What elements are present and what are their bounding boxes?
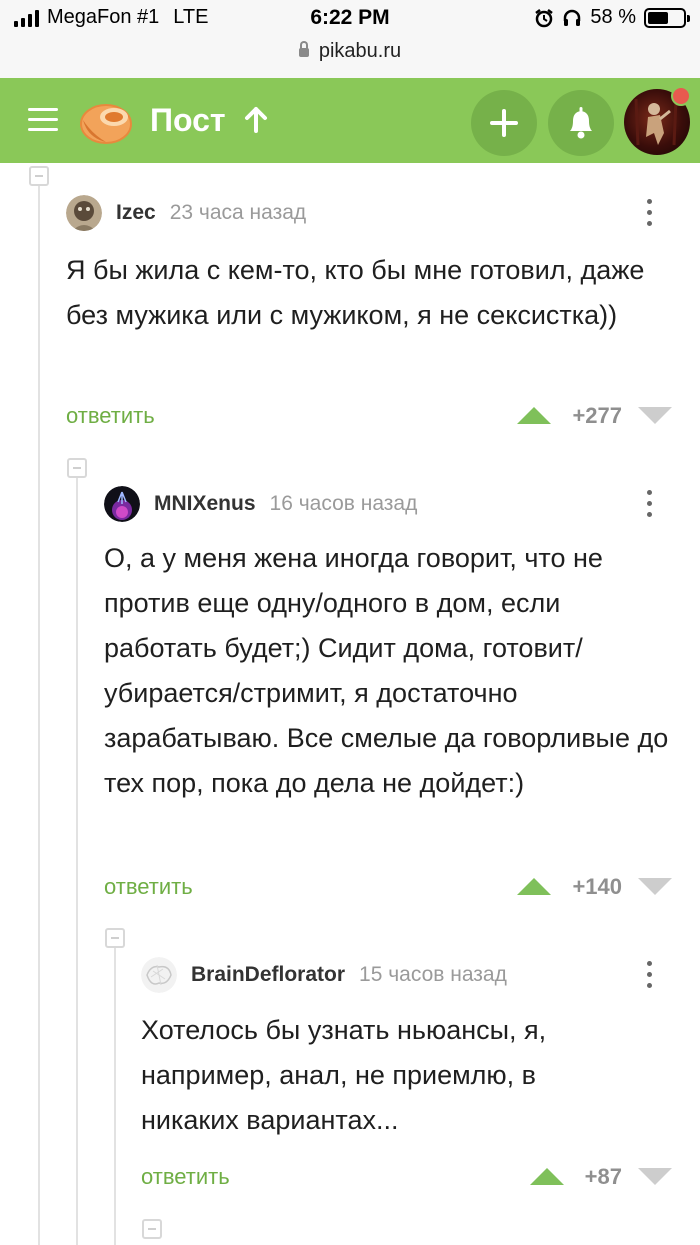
thread-line-3: [114, 940, 116, 1245]
comment-text: Я бы жила с кем-то, кто бы мне готовил, …: [66, 255, 645, 330]
comment: Izec 23 часа назад Я бы жила с кем-то, к…: [66, 193, 686, 443]
vote-down-icon[interactable]: [638, 1168, 672, 1185]
vote-up-icon[interactable]: [517, 878, 551, 895]
collapse-button[interactable]: [29, 166, 49, 186]
app-header: Пост: [0, 78, 700, 163]
thread-line-1: [38, 180, 40, 1245]
more-options-icon[interactable]: [646, 199, 652, 229]
notification-badge: [671, 86, 691, 106]
collapse-button[interactable]: [67, 458, 87, 478]
menu-icon[interactable]: [28, 108, 58, 132]
bell-icon: [570, 107, 592, 139]
more-options-icon[interactable]: [646, 961, 652, 991]
status-bar: MegaFon #1 LTE 6:22 PM 58 % pikabu.ru: [0, 0, 700, 78]
page-title: Пост: [150, 102, 226, 138]
comment-time[interactable]: 23 часа назад: [170, 201, 306, 225]
address-bar[interactable]: pikabu.ru: [0, 40, 700, 63]
headphones-icon: [564, 9, 581, 26]
comment: MNIXenus 16 часов назад О, а у меня жена…: [104, 484, 686, 914]
reply-link[interactable]: ответить: [104, 874, 193, 900]
author-name[interactable]: BrainDeflorator: [191, 963, 345, 987]
vote-up-icon[interactable]: [517, 407, 551, 424]
comment-text: О, а у меня жена иногда говорит, что не …: [104, 543, 669, 798]
rating: +140: [572, 874, 622, 899]
reply-link[interactable]: ответить: [141, 1164, 230, 1190]
comment-header: Izec 23 часа назад: [66, 193, 306, 233]
comment-time[interactable]: 15 часов назад: [359, 963, 507, 987]
reply-link[interactable]: ответить: [66, 403, 155, 429]
comment-header: BrainDeflorator 15 часов назад: [141, 955, 507, 995]
more-options-icon[interactable]: [646, 490, 652, 520]
plus-icon: [490, 109, 518, 137]
status-right: 58 %: [534, 6, 690, 29]
comment-time[interactable]: 16 часов назад: [270, 492, 418, 516]
avatar[interactable]: [141, 957, 177, 993]
avatar[interactable]: [104, 486, 140, 522]
avatar[interactable]: [66, 195, 102, 231]
notifications-button[interactable]: [548, 90, 614, 156]
alarm-icon: [535, 8, 554, 27]
pikabu-logo-icon[interactable]: [80, 98, 132, 144]
vote-down-icon[interactable]: [638, 878, 672, 895]
lock-icon: [298, 41, 309, 57]
battery-percent: 58 %: [590, 6, 636, 28]
vote-down-icon[interactable]: [638, 407, 672, 424]
rating: +87: [584, 1164, 622, 1189]
rating: +277: [572, 403, 622, 428]
url-text: pikabu.ru: [318, 40, 402, 62]
comment-text: Хотелось бы узнать ньюансы, я, например,…: [141, 1015, 547, 1135]
author-name[interactable]: MNIXenus: [154, 492, 256, 516]
thread-line-2: [76, 470, 78, 1245]
battery-icon: [644, 7, 690, 28]
battery-fill: [648, 11, 668, 24]
collapse-button[interactable]: [142, 1219, 162, 1239]
author-name[interactable]: Izec: [116, 201, 156, 225]
add-post-button[interactable]: [471, 90, 537, 156]
collapse-button[interactable]: [105, 928, 125, 948]
comment: BrainDeflorator 15 часов назад Хотелось …: [141, 955, 686, 1200]
scroll-up-icon[interactable]: [243, 105, 269, 135]
comment-header: MNIXenus 16 часов назад: [104, 484, 417, 524]
